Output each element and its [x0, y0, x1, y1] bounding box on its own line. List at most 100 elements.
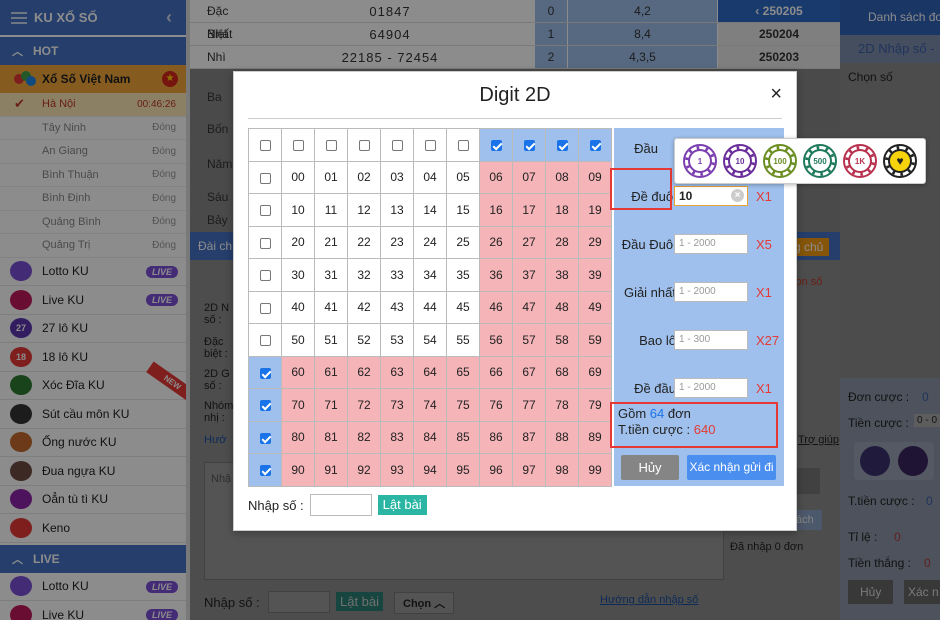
number-cell[interactable]: 45	[446, 290, 480, 324]
row-check-cell[interactable]	[248, 453, 282, 487]
column-check-cell[interactable]	[446, 128, 480, 162]
bet-amount-input[interactable]: 10 ×	[674, 186, 748, 206]
column-checkbox[interactable]	[457, 140, 469, 152]
number-cell[interactable]: 50	[281, 323, 315, 357]
number-cell[interactable]: 14	[413, 193, 447, 227]
row-checkbox[interactable]	[259, 302, 271, 314]
number-cell[interactable]: 39	[578, 258, 612, 292]
number-cell[interactable]: 40	[281, 290, 315, 324]
number-cell[interactable]: 07	[512, 160, 546, 194]
row-checkbox[interactable]	[259, 465, 271, 477]
number-cell[interactable]: 64	[413, 355, 447, 389]
number-cell[interactable]: 41	[314, 290, 348, 324]
column-check-cell[interactable]	[578, 128, 612, 162]
number-cell[interactable]: 70	[281, 388, 315, 422]
select-all-cell[interactable]	[248, 128, 282, 162]
number-cell[interactable]: 30	[281, 258, 315, 292]
number-cell[interactable]: 34	[413, 258, 447, 292]
number-cell[interactable]: 90	[281, 453, 315, 487]
bet-chip[interactable]: 1K	[843, 144, 877, 178]
column-check-cell[interactable]	[413, 128, 447, 162]
number-cell[interactable]: 77	[512, 388, 546, 422]
column-checkbox[interactable]	[358, 140, 370, 152]
number-cell[interactable]: 67	[512, 355, 546, 389]
row-check-cell[interactable]	[248, 193, 282, 227]
number-cell[interactable]: 04	[413, 160, 447, 194]
number-cell[interactable]: 15	[446, 193, 480, 227]
number-cell[interactable]: 26	[479, 225, 513, 259]
number-cell[interactable]: 05	[446, 160, 480, 194]
column-check-cell[interactable]	[479, 128, 513, 162]
number-cell[interactable]: 02	[347, 160, 381, 194]
bet-chip[interactable]: ♥	[883, 144, 917, 178]
number-cell[interactable]: 52	[347, 323, 381, 357]
number-cell[interactable]: 76	[479, 388, 513, 422]
number-cell[interactable]: 35	[446, 258, 480, 292]
number-cell[interactable]: 22	[347, 225, 381, 259]
number-cell[interactable]: 06	[479, 160, 513, 194]
number-cell[interactable]: 82	[347, 420, 381, 454]
number-cell[interactable]: 96	[479, 453, 513, 487]
cancel-button[interactable]: Hủy	[621, 455, 679, 480]
number-cell[interactable]: 87	[512, 420, 546, 454]
number-cell[interactable]: 89	[578, 420, 612, 454]
number-cell[interactable]: 88	[545, 420, 579, 454]
number-cell[interactable]: 19	[578, 193, 612, 227]
number-cell[interactable]: 37	[512, 258, 546, 292]
number-cell[interactable]: 65	[446, 355, 480, 389]
number-cell[interactable]: 58	[545, 323, 579, 357]
column-checkbox[interactable]	[589, 140, 601, 152]
row-checkbox[interactable]	[259, 270, 271, 282]
number-cell[interactable]: 46	[479, 290, 513, 324]
bet-amount-input[interactable]: 1 - 2000	[674, 234, 748, 254]
number-cell[interactable]: 43	[380, 290, 414, 324]
number-cell[interactable]: 09	[578, 160, 612, 194]
number-cell[interactable]: 68	[545, 355, 579, 389]
number-cell[interactable]: 25	[446, 225, 480, 259]
number-cell[interactable]: 80	[281, 420, 315, 454]
number-cell[interactable]: 31	[314, 258, 348, 292]
number-cell[interactable]: 73	[380, 388, 414, 422]
row-check-cell[interactable]	[248, 258, 282, 292]
number-cell[interactable]: 74	[413, 388, 447, 422]
close-icon[interactable]: ×	[770, 84, 782, 104]
number-cell[interactable]: 17	[512, 193, 546, 227]
number-cell[interactable]: 47	[512, 290, 546, 324]
column-checkbox[interactable]	[325, 140, 337, 152]
number-cell[interactable]: 23	[380, 225, 414, 259]
number-cell[interactable]: 92	[347, 453, 381, 487]
number-cell[interactable]: 28	[545, 225, 579, 259]
number-cell[interactable]: 97	[512, 453, 546, 487]
number-cell[interactable]: 91	[314, 453, 348, 487]
column-checkbox[interactable]	[292, 140, 304, 152]
row-check-cell[interactable]	[248, 323, 282, 357]
number-cell[interactable]: 48	[545, 290, 579, 324]
number-cell[interactable]: 69	[578, 355, 612, 389]
number-cell[interactable]: 11	[314, 193, 348, 227]
number-cell[interactable]: 85	[446, 420, 480, 454]
number-cell[interactable]: 59	[578, 323, 612, 357]
number-cell[interactable]: 84	[413, 420, 447, 454]
clear-icon[interactable]: ×	[731, 189, 744, 202]
row-checkbox[interactable]	[259, 367, 271, 379]
number-cell[interactable]: 44	[413, 290, 447, 324]
number-cell[interactable]: 36	[479, 258, 513, 292]
select-all-checkbox[interactable]	[259, 140, 271, 152]
number-cell[interactable]: 13	[380, 193, 414, 227]
number-cell[interactable]: 62	[347, 355, 381, 389]
number-cell[interactable]: 86	[479, 420, 513, 454]
number-cell[interactable]: 72	[347, 388, 381, 422]
number-cell[interactable]: 29	[578, 225, 612, 259]
number-cell[interactable]: 27	[512, 225, 546, 259]
row-check-cell[interactable]	[248, 355, 282, 389]
number-cell[interactable]: 57	[512, 323, 546, 357]
column-check-cell[interactable]	[545, 128, 579, 162]
number-cell[interactable]: 00	[281, 160, 315, 194]
column-checkbox[interactable]	[424, 140, 436, 152]
number-cell[interactable]: 56	[479, 323, 513, 357]
row-checkbox[interactable]	[259, 172, 271, 184]
number-cell[interactable]: 16	[479, 193, 513, 227]
row-checkbox[interactable]	[259, 335, 271, 347]
number-cell[interactable]: 53	[380, 323, 414, 357]
row-checkbox[interactable]	[259, 400, 271, 412]
